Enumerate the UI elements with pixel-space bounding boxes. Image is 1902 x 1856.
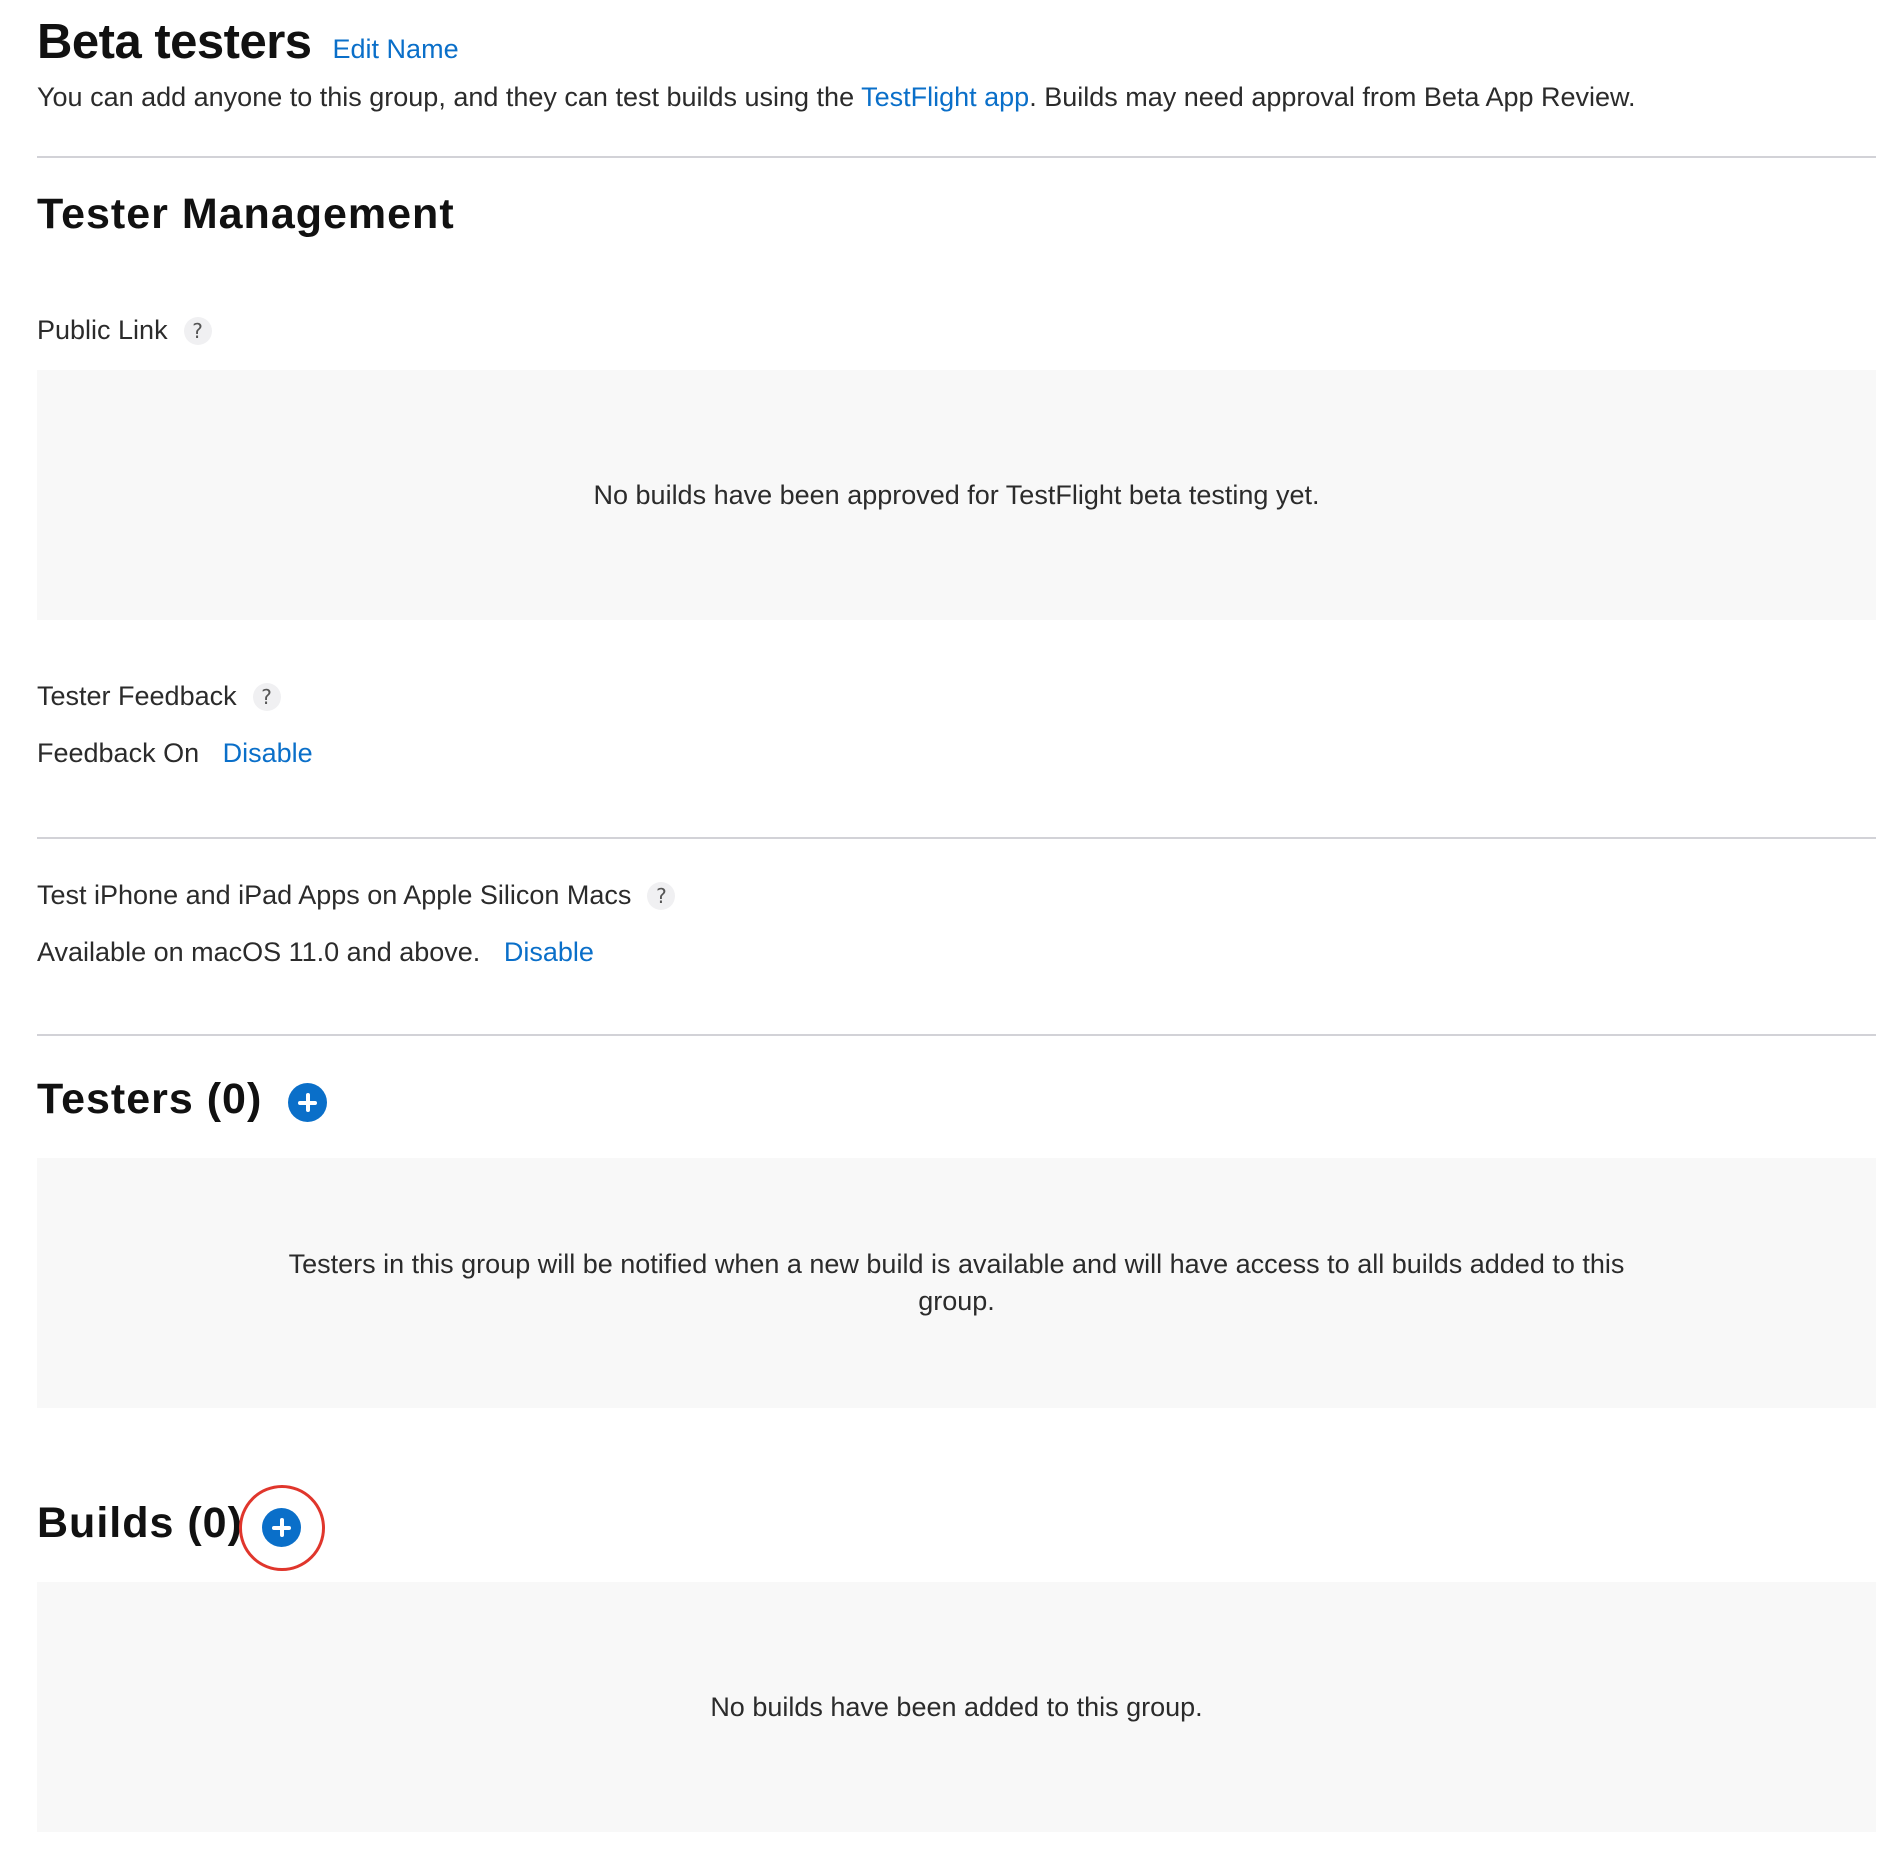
divider: [37, 837, 1876, 839]
help-icon[interactable]: ?: [183, 316, 212, 345]
testers-empty-message: Testers in this group will be notified w…: [288, 1249, 1625, 1316]
testflight-app-link[interactable]: TestFlight app: [861, 82, 1029, 112]
tester-feedback-value-row: Feedback On Disable: [37, 738, 313, 769]
tester-feedback-label: Tester Feedback: [37, 681, 237, 711]
public-link-empty-panel: No builds have been approved for TestFli…: [37, 370, 1876, 620]
add-testers-plus-icon[interactable]: [288, 1083, 327, 1122]
feedback-status: Feedback On: [37, 738, 200, 768]
apple-silicon-status: Available on macOS 11.0 and above.: [37, 937, 481, 967]
disable-apple-silicon-link[interactable]: Disable: [504, 937, 594, 967]
page-title: Beta testers: [37, 15, 312, 69]
public-link-empty-message: No builds have been approved for TestFli…: [593, 479, 1320, 510]
edit-name-link[interactable]: Edit Name: [333, 34, 459, 65]
builds-heading: Builds (0): [37, 1499, 243, 1547]
testers-heading: Testers (0): [37, 1075, 263, 1123]
public-link-label-row: Public Link ?: [37, 315, 212, 346]
intro-text-start: You can add anyone to this group, and th…: [37, 82, 862, 112]
highlight-circle-annotation: [239, 1485, 325, 1571]
beta-testers-group-page: Beta testers Edit Name You can add anyon…: [0, 0, 1902, 1856]
tester-management-heading: Tester Management: [37, 190, 455, 238]
testers-empty-panel: Testers in this group will be notified w…: [37, 1158, 1876, 1408]
tester-feedback-label-row: Tester Feedback ?: [37, 681, 281, 712]
help-icon[interactable]: ?: [647, 881, 676, 910]
intro-text-end: . Builds may need approval from Beta App…: [1029, 82, 1636, 112]
builds-empty-message: No builds have been added to this group.: [710, 1691, 1203, 1722]
apple-silicon-label-row: Test iPhone and iPad Apps on Apple Silic…: [37, 880, 676, 911]
disable-feedback-link[interactable]: Disable: [223, 738, 313, 768]
apple-silicon-label: Test iPhone and iPad Apps on Apple Silic…: [37, 880, 632, 910]
page-header: Beta testers Edit Name: [37, 14, 459, 70]
public-link-label: Public Link: [37, 315, 168, 345]
group-description: You can add anyone to this group, and th…: [37, 82, 1636, 113]
help-icon[interactable]: ?: [252, 682, 281, 711]
divider: [37, 156, 1876, 158]
apple-silicon-value-row: Available on macOS 11.0 and above. Disab…: [37, 937, 594, 968]
divider: [37, 1034, 1876, 1036]
builds-empty-panel: No builds have been added to this group.: [37, 1582, 1876, 1832]
